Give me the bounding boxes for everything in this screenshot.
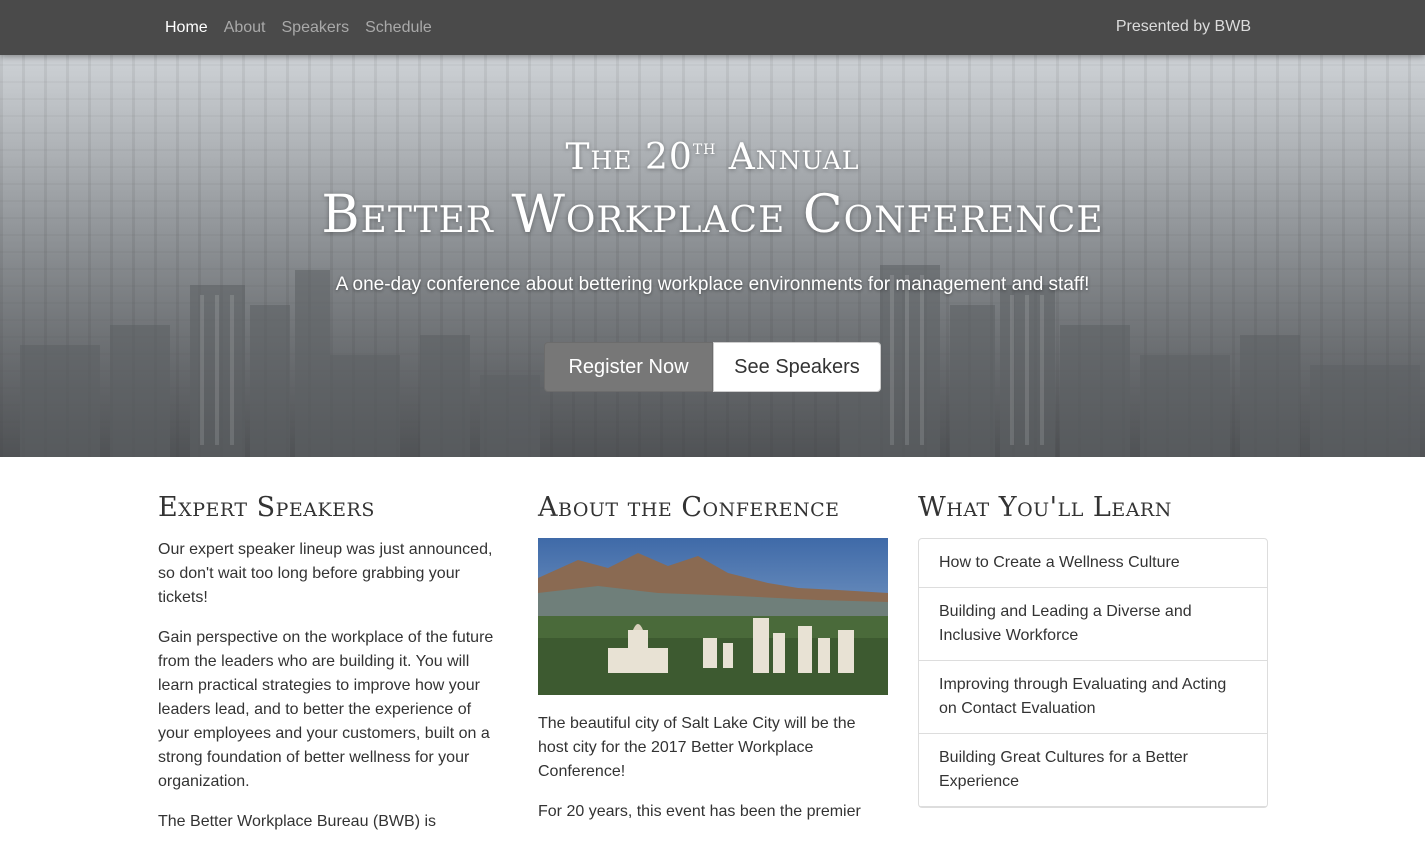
list-item[interactable]: Improving through Evaluating and Acting … xyxy=(919,661,1267,734)
hero-button-group: Register Now See Speakers xyxy=(544,342,881,392)
expert-speakers-section: Expert Speakers Our expert speaker lineu… xyxy=(158,492,498,850)
speakers-paragraph: Our expert speaker lineup was just annou… xyxy=(158,541,493,606)
speakers-paragraph: The Better Workplace Bureau (BWB) is xyxy=(158,813,437,830)
hero-title: Better Workplace Conference xyxy=(321,185,1104,245)
hero-edition-ordinal: th xyxy=(692,135,717,159)
presented-by-text: Presented by BWB xyxy=(1115,17,1251,35)
list-item[interactable]: Building and Leading a Diverse and Inclu… xyxy=(919,588,1267,661)
topics-list: How to Create a Wellness Culture Buildin… xyxy=(918,538,1268,808)
city-skyline-background xyxy=(20,265,1420,457)
hero-edition-prefix: The 20 xyxy=(565,137,693,178)
what-youll-learn-section: What You'll Learn How to Create a Wellne… xyxy=(918,492,1268,808)
what-youll-learn-heading: What You'll Learn xyxy=(918,492,1172,523)
expert-speakers-heading: Expert Speakers xyxy=(158,492,375,523)
salt-lake-city-photo xyxy=(538,538,888,695)
about-conference-section: About the Conference The beautiful city … xyxy=(538,492,888,840)
nav-about-link[interactable]: About xyxy=(224,19,266,37)
about-paragraph: The beautiful city of Salt Lake City wil… xyxy=(538,715,856,780)
speakers-paragraph: Gain perspective on the workplace of the… xyxy=(158,629,494,790)
hero-edition-heading: The 20th Annual xyxy=(0,135,1425,178)
nav-links: Home About Speakers Schedule xyxy=(165,0,448,55)
top-navbar: Home About Speakers Schedule Presented b… xyxy=(0,0,1425,55)
list-item[interactable]: Building Great Cultures for a Better Exp… xyxy=(919,734,1267,807)
hero-subtitle: A one-day conference about bettering wor… xyxy=(335,274,1090,295)
nav-schedule-link[interactable]: Schedule xyxy=(365,19,432,37)
list-item[interactable]: How to Create a Wellness Culture xyxy=(919,539,1267,588)
nav-home-link[interactable]: Home xyxy=(165,19,208,37)
about-conference-heading: About the Conference xyxy=(538,492,840,523)
nav-speakers-link[interactable]: Speakers xyxy=(282,19,350,37)
hero-banner: The 20th Annual Better Workplace Confere… xyxy=(0,55,1425,457)
about-paragraph: For 20 years, this event has been the pr… xyxy=(538,803,861,820)
hero-edition-suffix: Annual xyxy=(716,137,860,178)
register-now-button[interactable]: Register Now xyxy=(544,342,713,392)
see-speakers-button[interactable]: See Speakers xyxy=(713,342,881,392)
